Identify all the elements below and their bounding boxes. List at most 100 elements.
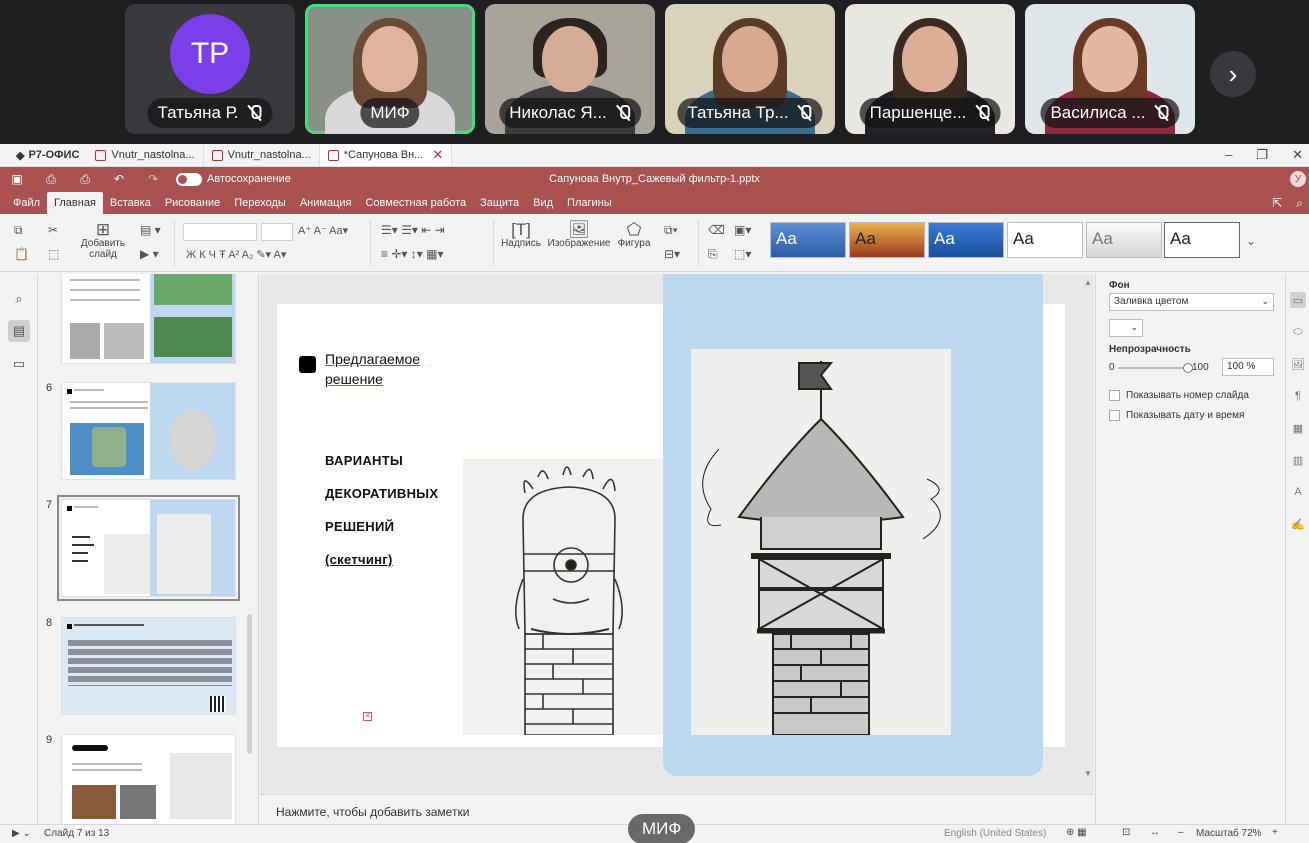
copy-icon[interactable]: ⧉ (14, 223, 23, 238)
menu-draw[interactable]: Рисование (158, 192, 227, 214)
menu-protection[interactable]: Защита (473, 192, 526, 214)
slide-thumbnail-7-selected[interactable] (57, 495, 240, 601)
document-tab[interactable]: Vnutr_nastolna... (87, 144, 204, 166)
align-objects-icon[interactable]: ⊟▾ (664, 247, 680, 261)
opacity-input[interactable]: 100 % (1222, 358, 1274, 376)
slideshow-icon[interactable]: ▶ ▾ (140, 247, 159, 261)
menu-collaboration[interactable]: Совместная работа (358, 192, 473, 214)
minimize-icon[interactable]: – (1225, 147, 1232, 163)
chart-settings-icon[interactable]: ▥ (1290, 452, 1306, 468)
slide-thumbnail-8[interactable] (61, 617, 236, 715)
save-icon[interactable]: ▣ (0, 172, 34, 186)
list-icons[interactable]: ☰▾ ☰▾ ⇤ ⇥ (381, 223, 445, 237)
search-icon[interactable]: ⌕ (8, 288, 30, 310)
tower-sketch-image[interactable] (691, 349, 951, 736)
shape-settings-icon[interactable]: ⬭ (1290, 324, 1306, 340)
theme-option-blue[interactable]: Aa (770, 222, 846, 258)
theme-option-blank-selected[interactable]: Aa (1164, 222, 1240, 258)
image-settings-icon[interactable]: 🖼 (1290, 356, 1306, 372)
fill-type-select[interactable]: Заливка цветом ⌄ (1109, 293, 1274, 311)
copy-style-icon[interactable]: ⎘ (708, 247, 718, 262)
document-tab-active[interactable]: *Сапунова Вн... ✕ (319, 144, 453, 166)
paragraph-settings-icon[interactable]: ¶ (1290, 388, 1306, 404)
caption-button[interactable]: [T] Надпись (500, 221, 542, 249)
cut-icon[interactable]: ✂ (48, 223, 58, 237)
slide-title[interactable]: Предлагаемое решение (325, 349, 420, 389)
theme-option-gray[interactable]: Aa (1086, 222, 1162, 258)
chevron-right-icon[interactable]: › (1210, 51, 1256, 97)
menu-animation[interactable]: Анимация (293, 192, 359, 214)
align-icons[interactable]: ≡ ✛▾ ↕▾ ▦▾ (381, 247, 443, 261)
theme-more-icon[interactable]: ⌄ (1246, 234, 1256, 248)
text-art-icon[interactable]: A (1290, 484, 1306, 500)
menu-home[interactable]: Главная (47, 192, 103, 214)
select-all-icon[interactable]: ⬚ (48, 247, 59, 261)
slide-thumbnail-6[interactable] (61, 382, 236, 480)
thumbnails-scrollbar[interactable] (247, 614, 252, 754)
zoom-in-icon[interactable]: + (1272, 827, 1278, 838)
scroll-up-icon[interactable]: ▲ (1084, 278, 1092, 287)
participant-tile-mif[interactable]: МИФ (305, 4, 475, 134)
autosave-toggle[interactable] (176, 172, 202, 186)
menu-file[interactable]: Файл (6, 192, 47, 214)
open-location-icon[interactable]: ⇱ (1272, 196, 1282, 211)
slide-settings-icon[interactable]: ▭ (1290, 292, 1306, 308)
slides-icon[interactable]: ▤ (8, 320, 30, 342)
color-scheme-icon[interactable]: ▣▾ (734, 223, 751, 237)
image-button[interactable]: 🖼 Изображение (547, 221, 611, 249)
arrange-icon[interactable]: ⧉▾ (664, 223, 678, 238)
menu-plugins[interactable]: Плагины (560, 192, 619, 214)
theme-option-deep-blue[interactable]: Aa (928, 222, 1004, 258)
fill-color-picker[interactable]: ⌄ (1109, 319, 1143, 337)
zoom-level[interactable]: Масштаб 72% (1196, 828, 1262, 839)
canvas-scrollbar[interactable]: ▲ ▼ (1083, 278, 1092, 778)
slideshow-start-icon[interactable]: ▶ ⌄ (12, 828, 31, 839)
close-tab-icon[interactable]: ✕ (432, 147, 443, 163)
menu-view[interactable]: Вид (526, 192, 560, 214)
search-icon[interactable]: ⌕ (1296, 196, 1303, 211)
close-icon[interactable]: ✕ (1292, 147, 1303, 163)
signature-icon[interactable]: ✍ (1290, 516, 1306, 532)
participant-tile-vasilisa[interactable]: Василиса ... (1025, 4, 1195, 134)
theme-option-orange[interactable]: Aa (849, 222, 925, 258)
add-slide-button[interactable]: ⊞ Добавить слайд (78, 221, 128, 260)
clear-style-icon[interactable]: ⌫ (708, 223, 725, 237)
font-family-select[interactable] (183, 223, 257, 241)
fit-slide-icon[interactable]: ⊡ (1122, 827, 1130, 838)
participant-tile-nikolas[interactable]: Николас Я... (485, 4, 655, 134)
user-avatar[interactable]: У (1290, 171, 1306, 187)
theme-option-white[interactable]: Aa (1007, 222, 1083, 258)
table-settings-icon[interactable]: ▦ (1290, 420, 1306, 436)
comments-icon[interactable]: ▭ (8, 353, 30, 375)
fit-width-icon[interactable]: ↔ (1150, 827, 1160, 838)
menu-transitions[interactable]: Переходы (227, 192, 293, 214)
opacity-slider[interactable] (1118, 363, 1193, 373)
print-icon[interactable]: ⎙ (34, 172, 68, 187)
document-tab[interactable]: Vnutr_nastolna... (204, 144, 320, 166)
spellcheck-icon[interactable]: ⊕ ▦ (1066, 827, 1087, 838)
menu-insert[interactable]: Вставка (103, 192, 158, 214)
font-size-controls-icon[interactable]: A⁺ A⁻ Aa▾ (298, 224, 348, 237)
show-date-time-checkbox[interactable]: Показывать дату и время (1109, 410, 1244, 421)
paste-icon[interactable]: 📋 (14, 247, 29, 261)
scroll-down-icon[interactable]: ▼ (1084, 769, 1092, 778)
show-slide-number-checkbox[interactable]: Показывать номер слайда (1109, 390, 1249, 401)
zoom-out-icon[interactable]: – (1178, 827, 1184, 838)
brand-tab[interactable]: ◆ Р7-ОФИС (0, 144, 87, 166)
shape-button[interactable]: ⬠ Фигура (614, 221, 654, 249)
redo-icon[interactable]: ↷ (136, 172, 170, 186)
minion-sketch-image[interactable] (463, 459, 676, 736)
language-label[interactable]: English (United States) (944, 828, 1046, 839)
participant-tile-tatiana-r[interactable]: TP Татьяна Р. (125, 4, 295, 134)
layout-icon[interactable]: ▤ ▾ (140, 223, 161, 237)
slide-size-icon[interactable]: ⬚▾ (734, 247, 751, 261)
text-format-icons[interactable]: Ж К Ч Ŧ A² A₂ ✎▾ A▾ (186, 248, 286, 261)
restore-icon[interactable]: ❐ (1256, 147, 1268, 163)
participant-tile-tatiana-tr[interactable]: Татьяна Тр... (665, 4, 835, 134)
participant-tile-parshentse[interactable]: Паршенце... (845, 4, 1015, 134)
undo-icon[interactable]: ↶ (102, 172, 136, 186)
slide-thumbnail-9[interactable] (61, 734, 236, 824)
quick-print-icon[interactable]: ⎙ (68, 172, 102, 187)
font-size-select[interactable] (261, 223, 293, 241)
slide-thumbnail-5[interactable] (61, 274, 236, 364)
